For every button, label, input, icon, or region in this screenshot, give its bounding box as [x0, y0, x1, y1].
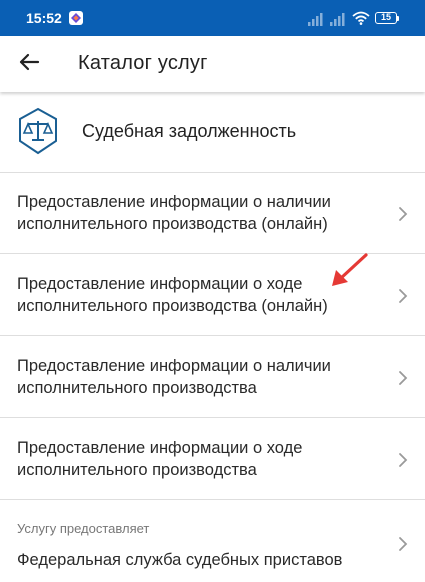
signal-icon	[308, 13, 323, 26]
annotation-arrow-icon	[332, 253, 368, 286]
service-title: Предоставление информации о ходе исполни…	[17, 273, 377, 317]
service-item[interactable]: Предоставление информации о ходе исполни…	[0, 419, 425, 500]
battery-level: 15	[380, 12, 391, 22]
signal-icon	[330, 13, 345, 26]
service-title: Предоставление информации о наличии испо…	[17, 191, 377, 235]
service-title-line: Предоставление информации о ходе	[17, 439, 303, 457]
service-title: Предоставление информации о наличии испо…	[17, 355, 377, 399]
category-header: Судебная задолженность	[0, 95, 425, 173]
chevron-right-icon	[399, 207, 408, 221]
service-item[interactable]: Предоставление информации о наличии испо…	[0, 337, 425, 418]
service-title-line: исполнительного производства	[17, 379, 257, 397]
service-title-line: Предоставление информации о наличии	[17, 357, 331, 375]
app-header: Каталог услуг	[0, 36, 425, 92]
chevron-right-icon	[399, 371, 408, 385]
battery-tip	[397, 16, 399, 21]
provider-name: Федеральная служба судебных приставов	[17, 551, 343, 569]
status-bar: 15:52 15	[0, 0, 425, 36]
service-title-line: Предоставление информации о наличии	[17, 193, 331, 211]
battery-icon: 15	[375, 12, 397, 24]
wifi-icon	[352, 11, 370, 25]
service-title-line: исполнительного производства (онлайн)	[17, 297, 328, 315]
chevron-right-icon	[399, 537, 408, 551]
service-title-line: исполнительного производства	[17, 461, 257, 479]
app-badge-icon	[69, 11, 83, 25]
service-item[interactable]: Предоставление информации о наличии испо…	[0, 173, 425, 254]
status-time: 15:52	[26, 10, 62, 26]
page-title: Каталог услуг	[78, 52, 208, 74]
service-title-line: Предоставление информации о ходе	[17, 275, 303, 293]
provider-item[interactable]: Услугу предоставляет Федеральная служба …	[0, 501, 425, 582]
scales-icon	[19, 107, 57, 155]
service-title: Предоставление информации о ходе исполни…	[17, 437, 377, 481]
provider-label: Услугу предоставляет	[17, 521, 150, 536]
arrow-left-icon[interactable]	[17, 50, 41, 74]
service-title-line: исполнительного производства (онлайн)	[17, 215, 328, 233]
chevron-right-icon	[399, 453, 408, 467]
category-title: Судебная задолженность	[82, 121, 297, 141]
chevron-right-icon	[399, 289, 408, 303]
